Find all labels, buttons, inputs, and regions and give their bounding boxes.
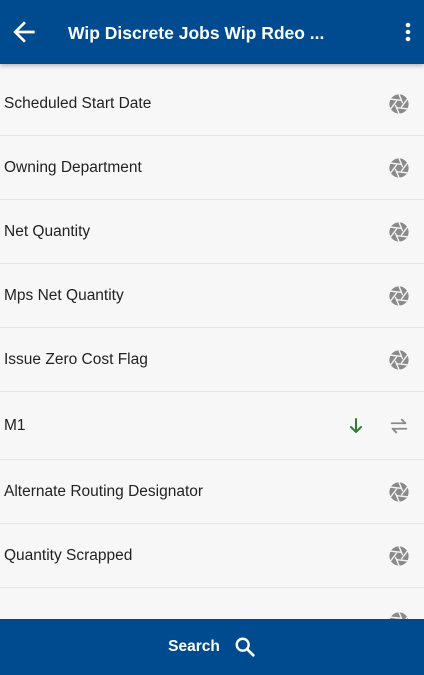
search-button-label: Search xyxy=(168,638,220,655)
field-row-alternate-routing-designator[interactable]: Alternate Routing Designator xyxy=(0,460,424,524)
field-label: Scheduled Start Date xyxy=(4,94,152,112)
field-label: M1 xyxy=(4,416,26,434)
aperture-icon[interactable] xyxy=(388,481,410,503)
back-button[interactable] xyxy=(8,16,40,48)
field-label: Issue Zero Cost Flag xyxy=(4,350,148,368)
app-screen: Wip Discrete Jobs Wip Rdeo ... Scheduled… xyxy=(0,0,424,675)
aperture-icon[interactable] xyxy=(388,221,410,243)
field-label: Owning Department xyxy=(4,158,142,176)
field-label: Mps Net Quantity xyxy=(4,286,124,304)
arrow-down-icon[interactable] xyxy=(348,417,364,435)
field-row-scheduled-start-date[interactable]: Scheduled Start Date xyxy=(0,72,424,136)
field-label: Net Quantity xyxy=(4,222,91,240)
aperture-icon[interactable] xyxy=(388,285,410,307)
field-label: Quantity Scrapped xyxy=(4,546,133,564)
field-row-owning-department[interactable]: Owning Department xyxy=(0,136,424,200)
arrow-left-icon xyxy=(13,21,35,43)
aperture-icon[interactable] xyxy=(388,157,410,179)
field-row-quantity-scrapped[interactable]: Quantity Scrapped xyxy=(0,524,424,588)
search-button[interactable]: Search xyxy=(0,619,424,675)
aperture-icon[interactable] xyxy=(388,545,410,567)
overflow-menu-button[interactable] xyxy=(396,18,420,46)
field-label: Alternate Routing Designator xyxy=(4,482,204,500)
aperture-icon[interactable] xyxy=(388,93,410,115)
swap-arrows-icon[interactable] xyxy=(388,415,410,437)
field-row-mps-net-quantity[interactable]: Mps Net Quantity xyxy=(0,264,424,328)
aperture-icon[interactable] xyxy=(388,349,410,371)
search-icon xyxy=(235,637,255,657)
field-row-net-quantity[interactable]: Net Quantity xyxy=(0,200,424,264)
app-bar: Wip Discrete Jobs Wip Rdeo ... xyxy=(0,0,424,64)
field-list: Scheduled Start Date Owning Department N… xyxy=(0,72,424,652)
field-row-issue-zero-cost-flag[interactable]: Issue Zero Cost Flag xyxy=(0,328,424,392)
page-title: Wip Discrete Jobs Wip Rdeo ... xyxy=(68,23,325,43)
more-vert-icon xyxy=(405,22,411,42)
field-row-m1[interactable]: M1 xyxy=(0,392,424,460)
